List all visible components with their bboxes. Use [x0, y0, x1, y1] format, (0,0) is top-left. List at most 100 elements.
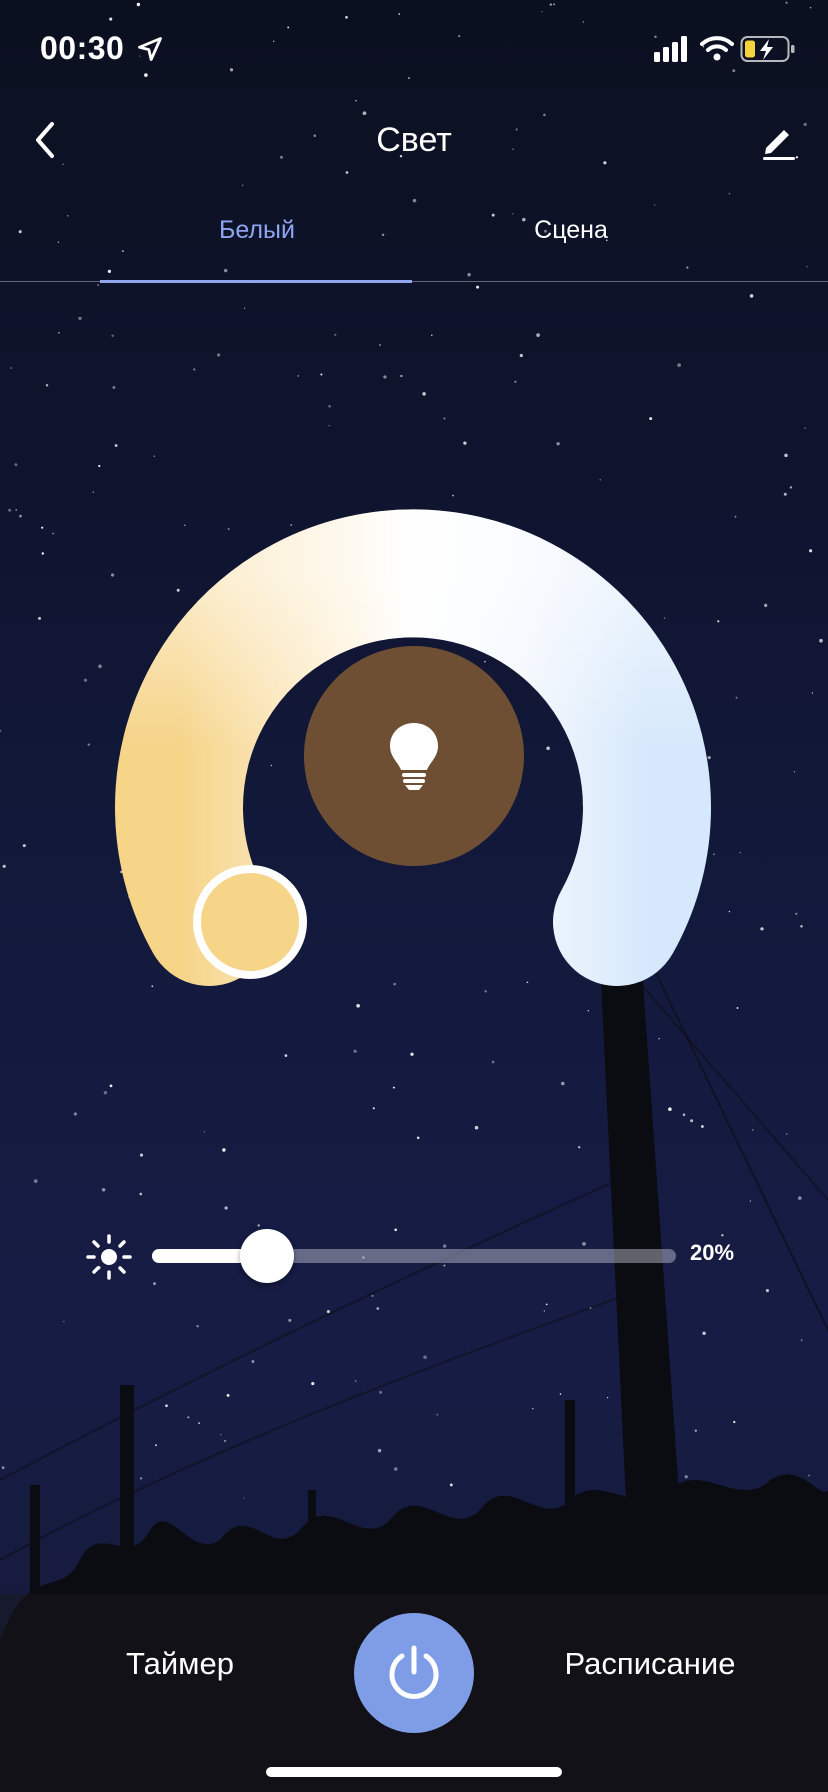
star — [101, 1188, 106, 1192]
star — [410, 1052, 414, 1056]
star — [514, 380, 517, 383]
star — [733, 1420, 736, 1424]
wifi-icon — [700, 36, 734, 61]
color-temperature-handle[interactable] — [193, 865, 307, 979]
active-tab-indicator — [100, 280, 412, 283]
star — [334, 333, 337, 336]
star — [196, 1324, 199, 1328]
star — [449, 1483, 453, 1487]
pencil-icon — [763, 130, 795, 160]
star — [785, 1133, 788, 1135]
status-bar: 00:30 — [0, 0, 828, 100]
star — [165, 1404, 168, 1408]
star — [536, 333, 540, 337]
signal-icon — [654, 36, 687, 62]
star — [701, 1125, 704, 1128]
star — [422, 392, 426, 396]
star — [392, 1086, 395, 1089]
star — [800, 1339, 803, 1342]
star — [45, 383, 49, 387]
star — [376, 1307, 380, 1310]
star — [109, 1084, 113, 1088]
star — [561, 1081, 565, 1086]
star — [577, 1145, 581, 1149]
star — [491, 1060, 495, 1064]
star — [223, 1439, 227, 1443]
star — [519, 353, 523, 358]
star — [749, 1200, 752, 1202]
star — [63, 1320, 65, 1323]
star — [187, 1416, 190, 1419]
star — [702, 1331, 706, 1335]
brightness-slider-thumb[interactable] — [239, 1229, 294, 1283]
star — [668, 1107, 672, 1111]
star — [606, 1396, 609, 1399]
tab-scene[interactable]: Сцена — [414, 200, 728, 282]
star — [1, 1466, 5, 1470]
star — [193, 368, 196, 371]
schedule-button[interactable]: Расписание — [550, 1634, 750, 1694]
battery-charging-icon — [740, 36, 795, 62]
star — [694, 1429, 697, 1432]
star — [139, 1477, 143, 1480]
header: Свет — [0, 100, 828, 190]
star — [808, 1474, 810, 1477]
star — [217, 353, 221, 357]
home-indicator — [266, 1767, 562, 1777]
star — [154, 1444, 157, 1447]
star — [220, 1434, 222, 1436]
brightness-control: 20% — [0, 1226, 828, 1286]
star — [532, 1407, 534, 1410]
star — [543, 1310, 546, 1312]
star — [311, 1382, 315, 1386]
star — [320, 373, 323, 376]
edit-button[interactable] — [748, 110, 808, 170]
star — [284, 1054, 288, 1057]
location-arrow-icon — [138, 37, 162, 61]
star — [559, 1393, 562, 1395]
star — [244, 307, 246, 309]
star — [354, 1380, 357, 1382]
star — [393, 1467, 398, 1471]
lightbulb-icon — [390, 723, 438, 790]
sun-icon — [86, 1234, 132, 1280]
star — [103, 1090, 108, 1095]
star — [226, 1393, 230, 1397]
star — [684, 1475, 688, 1479]
brightness-slider[interactable] — [152, 1249, 676, 1263]
star — [379, 344, 381, 346]
bulb-toggle[interactable] — [304, 646, 524, 866]
star — [73, 1112, 77, 1116]
star — [112, 386, 116, 389]
star — [682, 1113, 686, 1117]
star — [677, 363, 681, 367]
star — [474, 1125, 479, 1130]
star — [416, 1136, 420, 1140]
star — [379, 1390, 383, 1394]
star — [326, 1310, 330, 1314]
star — [198, 1422, 201, 1425]
star — [139, 1192, 143, 1196]
color-temperature-wheel[interactable] — [0, 400, 828, 1020]
star — [545, 1303, 548, 1306]
star — [423, 1355, 427, 1360]
brightness-value: 20% — [690, 1240, 735, 1265]
star — [78, 316, 82, 321]
star — [377, 1448, 382, 1453]
star — [243, 1497, 245, 1499]
star — [353, 1049, 357, 1053]
star — [431, 334, 433, 337]
star — [400, 374, 403, 378]
star — [224, 1206, 228, 1210]
mode-tabs: Белый Сцена — [0, 200, 828, 283]
star — [222, 1148, 226, 1152]
page-title: Свет — [376, 121, 452, 159]
star — [33, 1179, 38, 1183]
timer-button[interactable]: Таймер — [100, 1634, 260, 1694]
star — [10, 367, 12, 369]
star — [690, 1119, 694, 1123]
power-button[interactable] — [354, 1613, 474, 1733]
star — [797, 1196, 802, 1200]
star — [728, 193, 731, 195]
tab-white[interactable]: Белый — [100, 200, 414, 282]
